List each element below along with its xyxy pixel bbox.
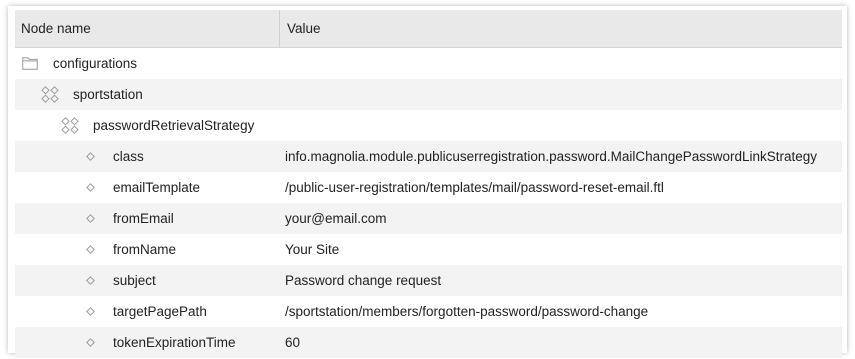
node-name: emailTemplate <box>113 180 201 195</box>
table-header: Node name Value <box>15 10 842 48</box>
property-icon <box>86 245 95 254</box>
tree-row-tokenexpirationtime[interactable]: tokenExpirationTime 60 <box>15 327 842 358</box>
tree-row-subject[interactable]: subject Password change request <box>15 265 842 296</box>
node-name: targetPagePath <box>113 304 207 319</box>
column-header-value[interactable]: Value <box>280 10 321 47</box>
property-icon <box>86 152 95 161</box>
tree-row-fromemail[interactable]: fromEmail your@email.com <box>15 203 842 234</box>
node-name-cell: emailTemplate <box>15 172 280 203</box>
node-name: fromName <box>113 242 177 257</box>
node-name-cell: class <box>15 141 280 172</box>
tree-row-emailtemplate[interactable]: emailTemplate /public-user-registration/… <box>15 172 842 203</box>
tree-row-configurations[interactable]: configurations <box>15 48 842 79</box>
node-value[interactable]: Password change request <box>280 273 441 288</box>
node-name-cell: sportstation <box>15 79 280 110</box>
node-value[interactable]: /sportstation/members/forgotten-password… <box>280 304 648 319</box>
node-value[interactable]: info.magnolia.module.publicuserregistrat… <box>280 149 817 164</box>
node-name-cell: configurations <box>15 48 280 79</box>
node-name: sportstation <box>73 87 143 102</box>
tree-table-panel: Node name Value configurations sportstat… <box>8 6 847 358</box>
property-icon <box>86 183 95 192</box>
column-header-label: Value <box>287 21 321 36</box>
node-value[interactable]: your@email.com <box>280 211 386 226</box>
property-icon <box>86 214 95 223</box>
column-header-label: Node name <box>21 21 91 36</box>
node-value[interactable]: /public-user-registration/templates/mail… <box>280 180 664 195</box>
content-node-icon <box>41 86 59 103</box>
node-name-cell: subject <box>15 265 280 296</box>
node-name: configurations <box>53 56 138 71</box>
property-icon <box>86 338 95 347</box>
column-header-node-name[interactable]: Node name <box>15 10 280 47</box>
node-name-cell: targetPagePath <box>15 296 280 327</box>
node-name-cell: fromEmail <box>15 203 280 234</box>
tree-row-targetpagepath[interactable]: targetPagePath /sportstation/members/for… <box>15 296 842 327</box>
node-name-cell: passwordRetrievalStrategy <box>15 110 280 141</box>
node-name: class <box>113 149 144 164</box>
tree-table: Node name Value configurations sportstat… <box>15 10 842 358</box>
node-name: tokenExpirationTime <box>113 335 236 350</box>
folder-icon <box>22 57 38 70</box>
content-node-icon <box>61 117 79 134</box>
node-name-cell: tokenExpirationTime <box>15 327 280 358</box>
node-name-cell: fromName <box>15 234 280 265</box>
node-name: passwordRetrievalStrategy <box>93 118 255 133</box>
tree-row-passwordretrievalstrategy[interactable]: passwordRetrievalStrategy <box>15 110 842 141</box>
node-value[interactable]: 60 <box>280 335 300 350</box>
property-icon <box>86 307 95 316</box>
node-name: subject <box>113 273 156 288</box>
node-name: fromEmail <box>113 211 174 226</box>
property-icon <box>86 276 95 285</box>
node-value[interactable]: Your Site <box>280 242 339 257</box>
tree-row-sportstation[interactable]: sportstation <box>15 79 842 110</box>
tree-row-fromname[interactable]: fromName Your Site <box>15 234 842 265</box>
tree-row-class[interactable]: class info.magnolia.module.publicuserreg… <box>15 141 842 172</box>
